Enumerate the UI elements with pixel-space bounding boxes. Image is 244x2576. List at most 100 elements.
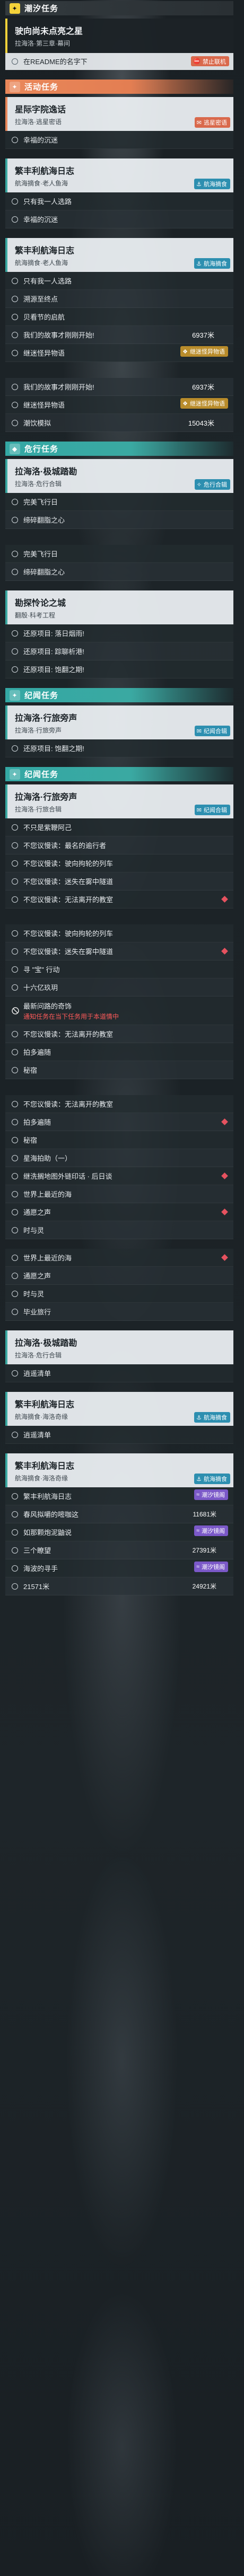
quest-step[interactable]: 时与灵 <box>5 1221 233 1239</box>
quest-step[interactable]: 只有我一人选路 <box>5 272 233 290</box>
distance-value: 6937米 <box>192 331 214 339</box>
quest-step[interactable]: 继洗搁地图外链印话 · 后日谈 <box>5 1167 233 1185</box>
radio-icon <box>12 277 18 284</box>
quest-step[interactable]: 不您议慢读：无法离开的教室 <box>5 1095 233 1113</box>
quest-step[interactable]: 拍多遍随 <box>5 1043 233 1061</box>
wave-icon: ≈ <box>196 1492 199 1498</box>
ship-icon: ⚓ <box>196 260 202 267</box>
quest-title: 繁丰利航海日志 <box>15 1462 75 1471</box>
quest-step[interactable]: 继迷怪异物语 ❖ 继迷怪异物语 <box>5 344 233 362</box>
quest-step[interactable]: 通愿之声 <box>5 1267 233 1285</box>
quest-title: 勘探怜论之城 <box>15 599 66 608</box>
step-label: 潮饮模拟 <box>23 419 51 427</box>
category-header[interactable]: ✦ 活动任务 <box>5 80 233 94</box>
quest-card[interactable]: 拉海洛·行旅旁声 拉海洛·行旅旁声 ✉ 纪闻合辑 <box>5 705 233 739</box>
quest-step[interactable]: 世界上最近的海 <box>5 1249 233 1267</box>
star-badge-icon: ✦ <box>10 690 20 701</box>
radio-icon <box>12 550 18 557</box>
quest-step[interactable]: 还原项目: 饱翻之期! <box>5 660 233 678</box>
quest-step[interactable]: 十六亿玖玥 <box>5 978 233 996</box>
quest-step[interactable]: 不只是紫鞭阿己 <box>5 818 233 836</box>
radio-icon <box>12 745 18 752</box>
quest-card[interactable]: 拉海洛·极城踏勘 拉海洛·危行合辑 <box>5 1330 233 1364</box>
quest-step[interactable]: 如那颗炮泥鼬说 ≈ 潮汐镜阁 <box>5 1523 233 1541</box>
quest-step[interactable]: 世界上最近的海 <box>5 1185 233 1203</box>
quest-step[interactable]: 溯源至终点 <box>5 290 233 308</box>
quest-step[interactable]: 三个瞭望 27391米 <box>5 1541 233 1559</box>
quest-card[interactable]: 繁丰利航海日志 航海摘食·海洛奇缘 ⚓ 航海摘食 <box>5 1453 233 1487</box>
quest-card[interactable]: 勘探怜论之城 翻殷·科考工程 <box>5 590 233 624</box>
radio-icon <box>12 349 18 356</box>
quest-step[interactable]: 不您议慢读：迷失在雾中隧道 <box>5 872 233 890</box>
quest-step[interactable]: 最新问路的奇饰 通知任务在当下任务用于本道情中 <box>5 996 233 1025</box>
category-header[interactable]: ✦ 纪闻任务 <box>5 688 233 702</box>
step-label: 世界上最近的海 <box>23 1254 72 1262</box>
quest-card[interactable]: 拉海洛·极城踏勘 拉海洛·危行合辑 ✧ 危行合辑 <box>5 459 233 493</box>
step-label: 只有我一人选路 <box>23 277 72 285</box>
step-label: 还原项目: 饱翻之期! <box>23 745 84 753</box>
quest-step[interactable]: 不您议慢读：迷失在雾中隧道 <box>5 942 233 960</box>
radio-icon <box>12 1272 18 1279</box>
category-label: 危行任务 <box>24 445 59 454</box>
quest-step[interactable]: 寻 "宝" 行动 <box>5 960 233 978</box>
tag-label: 航海摘食 <box>204 181 227 188</box>
quest-subtitle: 拉海洛·第三章·幕间 <box>15 40 70 47</box>
quest-step[interactable]: 不您议慢读：驶向拘轮的列车 <box>5 924 233 942</box>
quest-step[interactable]: 缔碎翻脂之心 <box>5 511 233 529</box>
quest-step[interactable]: 繁丰利航海日志 ≈ 潮汐镜阁 <box>5 1487 233 1505</box>
quest-step[interactable]: 星海拍助（一） <box>5 1149 233 1167</box>
quest-step[interactable]: 还原项目: 踪聊析港! <box>5 642 233 660</box>
quest-step[interactable]: 海波的寻手 ≈ 潮汐镜阁 <box>5 1559 233 1577</box>
quest-step[interactable]: 贝看节的启航 <box>5 308 233 326</box>
distance-value: 6937米 <box>192 383 214 391</box>
radio-icon <box>12 1308 18 1315</box>
step-label: 只有我一人选路 <box>23 198 72 206</box>
quest-card[interactable]: 驶向尚未点亮之星 拉海洛·第三章·幕间 <box>5 19 233 53</box>
quest-step[interactable]: 不您议慢读：最名的逾行者 <box>5 836 233 854</box>
quest-step[interactable]: 拍多遍随 <box>5 1113 233 1131</box>
quest-step[interactable]: 完美飞行日 <box>5 545 233 563</box>
quest-card[interactable]: 繁丰利航海日志 航海摘食·老人鱼海 ⚓ 航海摘食 <box>5 158 233 192</box>
quest-step[interactable]: 潮饮模拟 15043米 <box>5 414 233 432</box>
quest-step[interactable]: 我们的故事才刚刚开始! 6937米 <box>5 326 233 344</box>
quest-step[interactable]: 幸福的沉迷 <box>5 210 233 228</box>
quest-step[interactable]: 春风拟嚼的嘧咖这 11681米 <box>5 1505 233 1523</box>
quest-step[interactable]: 在README的名字下 ⛔ 禁止联机 <box>5 53 233 70</box>
quest-step[interactable]: 只有我一人选路 <box>5 192 233 210</box>
quest-step[interactable]: 不您议慢读：驶向拘轮的列车 <box>5 854 233 872</box>
quest-step[interactable]: 不您议慢读：无法离开的教室 <box>5 1025 233 1043</box>
tag-label: 逃星密语 <box>204 120 227 126</box>
quest-step[interactable]: 时与灵 <box>5 1285 233 1303</box>
quest-step[interactable]: 21571米 24921米 <box>5 1577 233 1595</box>
quest-step[interactable]: 还原项目: 饱翻之期! <box>5 739 233 757</box>
step-label: 时与灵 <box>23 1227 45 1234</box>
quest-step[interactable]: 秘宿 <box>5 1061 233 1079</box>
step-label: 寻 "宝" 行动 <box>23 966 60 974</box>
radio-icon <box>12 1431 18 1438</box>
quest-step[interactable]: 缔碎翻脂之心 <box>5 563 233 581</box>
radio-icon <box>12 383 18 390</box>
radio-icon <box>12 1100 18 1107</box>
category-header[interactable]: ✦ 潮汐任务 <box>5 1 233 15</box>
quest-card[interactable]: 拉海洛·行旅旁声 拉海洛·行旅合辑 ✉ 纪闻合辑 <box>5 784 233 818</box>
quest-step[interactable]: 逍遥清单 <box>5 1426 233 1444</box>
quest-step[interactable]: 通愿之声 <box>5 1203 233 1221</box>
step-label: 拍多遍随 <box>23 1048 51 1056</box>
category-header[interactable]: ◆ 危行任务 <box>5 442 233 456</box>
quest-card[interactable]: 繁丰利航海日志 航海摘食·老人鱼海 ⚓ 航海摘食 <box>5 238 233 272</box>
radio-icon <box>12 136 18 143</box>
quest-step[interactable]: 完美飞行日 <box>5 493 233 511</box>
quest-step[interactable]: 逍遥清单 <box>5 1364 233 1382</box>
quest-step[interactable]: 我们的故事才刚刚开始! 6937米 <box>5 378 233 396</box>
quest-card[interactable]: 星际字院逸话 拉海洛·逃星密语 ✉ 逃星密语 <box>5 97 233 131</box>
quest-step[interactable]: 继迷怪异物语 ❖ 继迷怪异物语 <box>5 396 233 414</box>
tag-label: 纪闻合辑 <box>204 728 227 735</box>
quest-step[interactable]: 毕业旅行 <box>5 1303 233 1321</box>
quest-step[interactable]: 还原项目: 落日烟雨! <box>5 624 233 642</box>
alert-diamond-icon <box>221 1208 228 1215</box>
quest-card[interactable]: 繁丰利航海日志 航海摘食·海洛奇缘 ⚓ 航海摘食 <box>5 1392 233 1426</box>
quest-step[interactable]: 幸福的沉迷 <box>5 131 233 149</box>
quest-step[interactable]: 秘宿 <box>5 1131 233 1149</box>
category-header[interactable]: ✦ 纪闻任务 <box>5 767 233 781</box>
quest-step[interactable]: 不您议慢读：无法离开的教室 <box>5 890 233 908</box>
